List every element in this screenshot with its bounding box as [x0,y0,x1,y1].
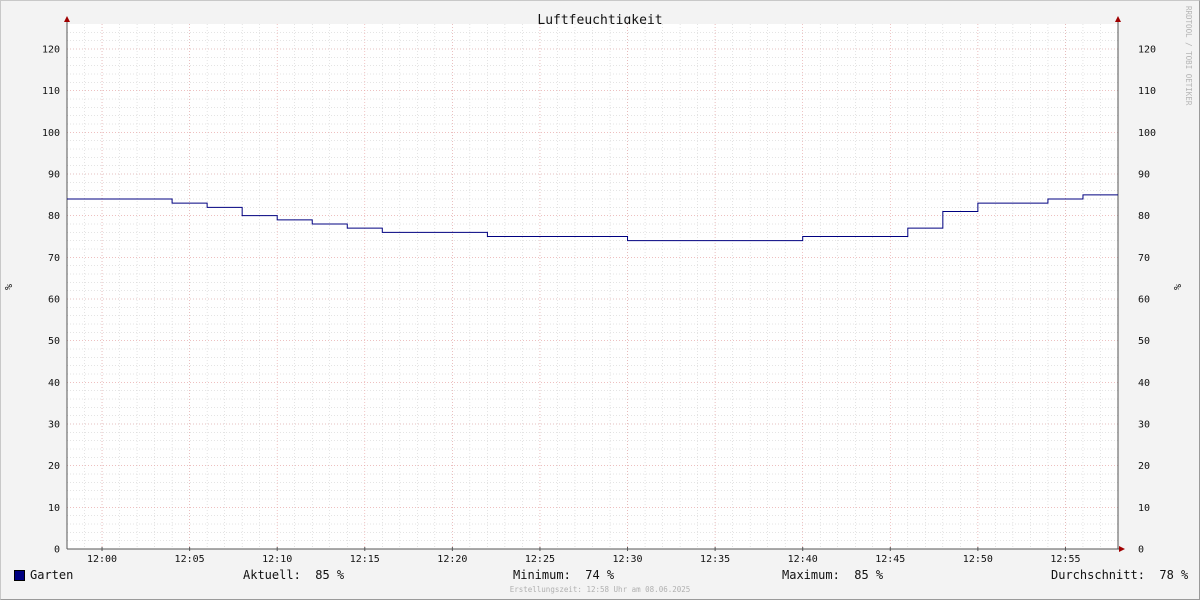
x-tick-label: 12:25 [525,554,555,565]
legend-current: Aktuell: 85 % [243,568,345,582]
y-tick-label-left: 90 [48,170,60,181]
y-tick-label-left: 40 [48,378,60,389]
y-tick-label-right: 110 [1138,86,1156,97]
x-tick-label: 12:00 [87,554,117,565]
legend: Garten Aktuell: 85 % Minimum: 74 % Maxim… [0,566,1200,584]
legend-maximum: Maximum: 85 % [782,568,884,582]
x-axis-arrow-icon [1119,546,1125,552]
y-tick-label-right: 120 [1138,45,1156,56]
x-tick-label: 12:15 [350,554,380,565]
creation-time-note: Erstellungszeit: 12:58 Uhr am 08.06.2025 [509,585,691,594]
y-tick-labels-right: 0 10 20 30 40 50 60 70 80 90 100 110 120 [1138,45,1156,556]
x-tick-label: 12:50 [963,554,993,565]
y-tick-label-left: 30 [48,420,60,431]
y-tick-labels-left: 0 10 20 30 40 50 60 70 80 90 100 110 120 [42,45,60,556]
y-tick-label-left: 80 [48,211,60,222]
y-tick-label-right: 40 [1138,378,1150,389]
y-tick-label-left: 60 [48,295,60,306]
legend-average: Durchschnitt: 78 % [1051,568,1189,582]
y-axis-arrow-right-icon [1115,16,1121,22]
x-tick-label: 12:05 [175,554,205,565]
x-tick-label: 12:40 [788,554,818,565]
y-tick-label-left: 10 [48,503,60,514]
y-tick-label-right: 0 [1138,545,1144,556]
chart: Luftfeuchtigkeit 01020304050607080901001… [4,13,1184,565]
y-tick-label-left: 120 [42,45,60,56]
y-tick-label-right: 80 [1138,211,1150,222]
y-tick-label-left: 70 [48,253,60,264]
y-tick-label-left: 100 [42,128,60,139]
legend-minimum: Minimum: 74 % [513,568,615,582]
y-tick-label-right: 90 [1138,170,1150,181]
y-axis-label-right: % [1173,284,1184,290]
y-tick-label-right: 60 [1138,295,1150,306]
x-tick-labels: 12:00 12:05 12:10 12:15 12:20 12:25 12:30 12:35… [87,554,1081,565]
y-tick-label-left: 0 [54,545,60,556]
y-tick-label-right: 30 [1138,420,1150,431]
y-tick-label-left: 50 [48,336,60,347]
x-tick-label: 12:35 [700,554,730,565]
x-tick-label: 12:10 [262,554,292,565]
legend-series-name: Garten [30,568,74,582]
y-axis-arrow-left-icon [64,16,70,22]
x-tick-label: 12:45 [875,554,905,565]
x-tick-label: 12:55 [1050,554,1080,565]
y-tick-label-right: 70 [1138,253,1150,264]
y-tick-label-left: 110 [42,86,60,97]
y-tick-label-left: 20 [48,461,60,472]
legend-swatch [14,570,25,581]
y-tick-label-right: 50 [1138,336,1150,347]
x-tick-label: 12:20 [437,554,467,565]
y-axis-label-left: % [4,284,15,290]
y-tick-label-right: 20 [1138,461,1150,472]
y-tick-label-right: 100 [1138,128,1156,139]
x-tick-label: 12:30 [612,554,642,565]
rrdtool-watermark: RRDTOOL / TOBI OETIKER [1184,6,1193,106]
y-tick-label-right: 10 [1138,503,1150,514]
